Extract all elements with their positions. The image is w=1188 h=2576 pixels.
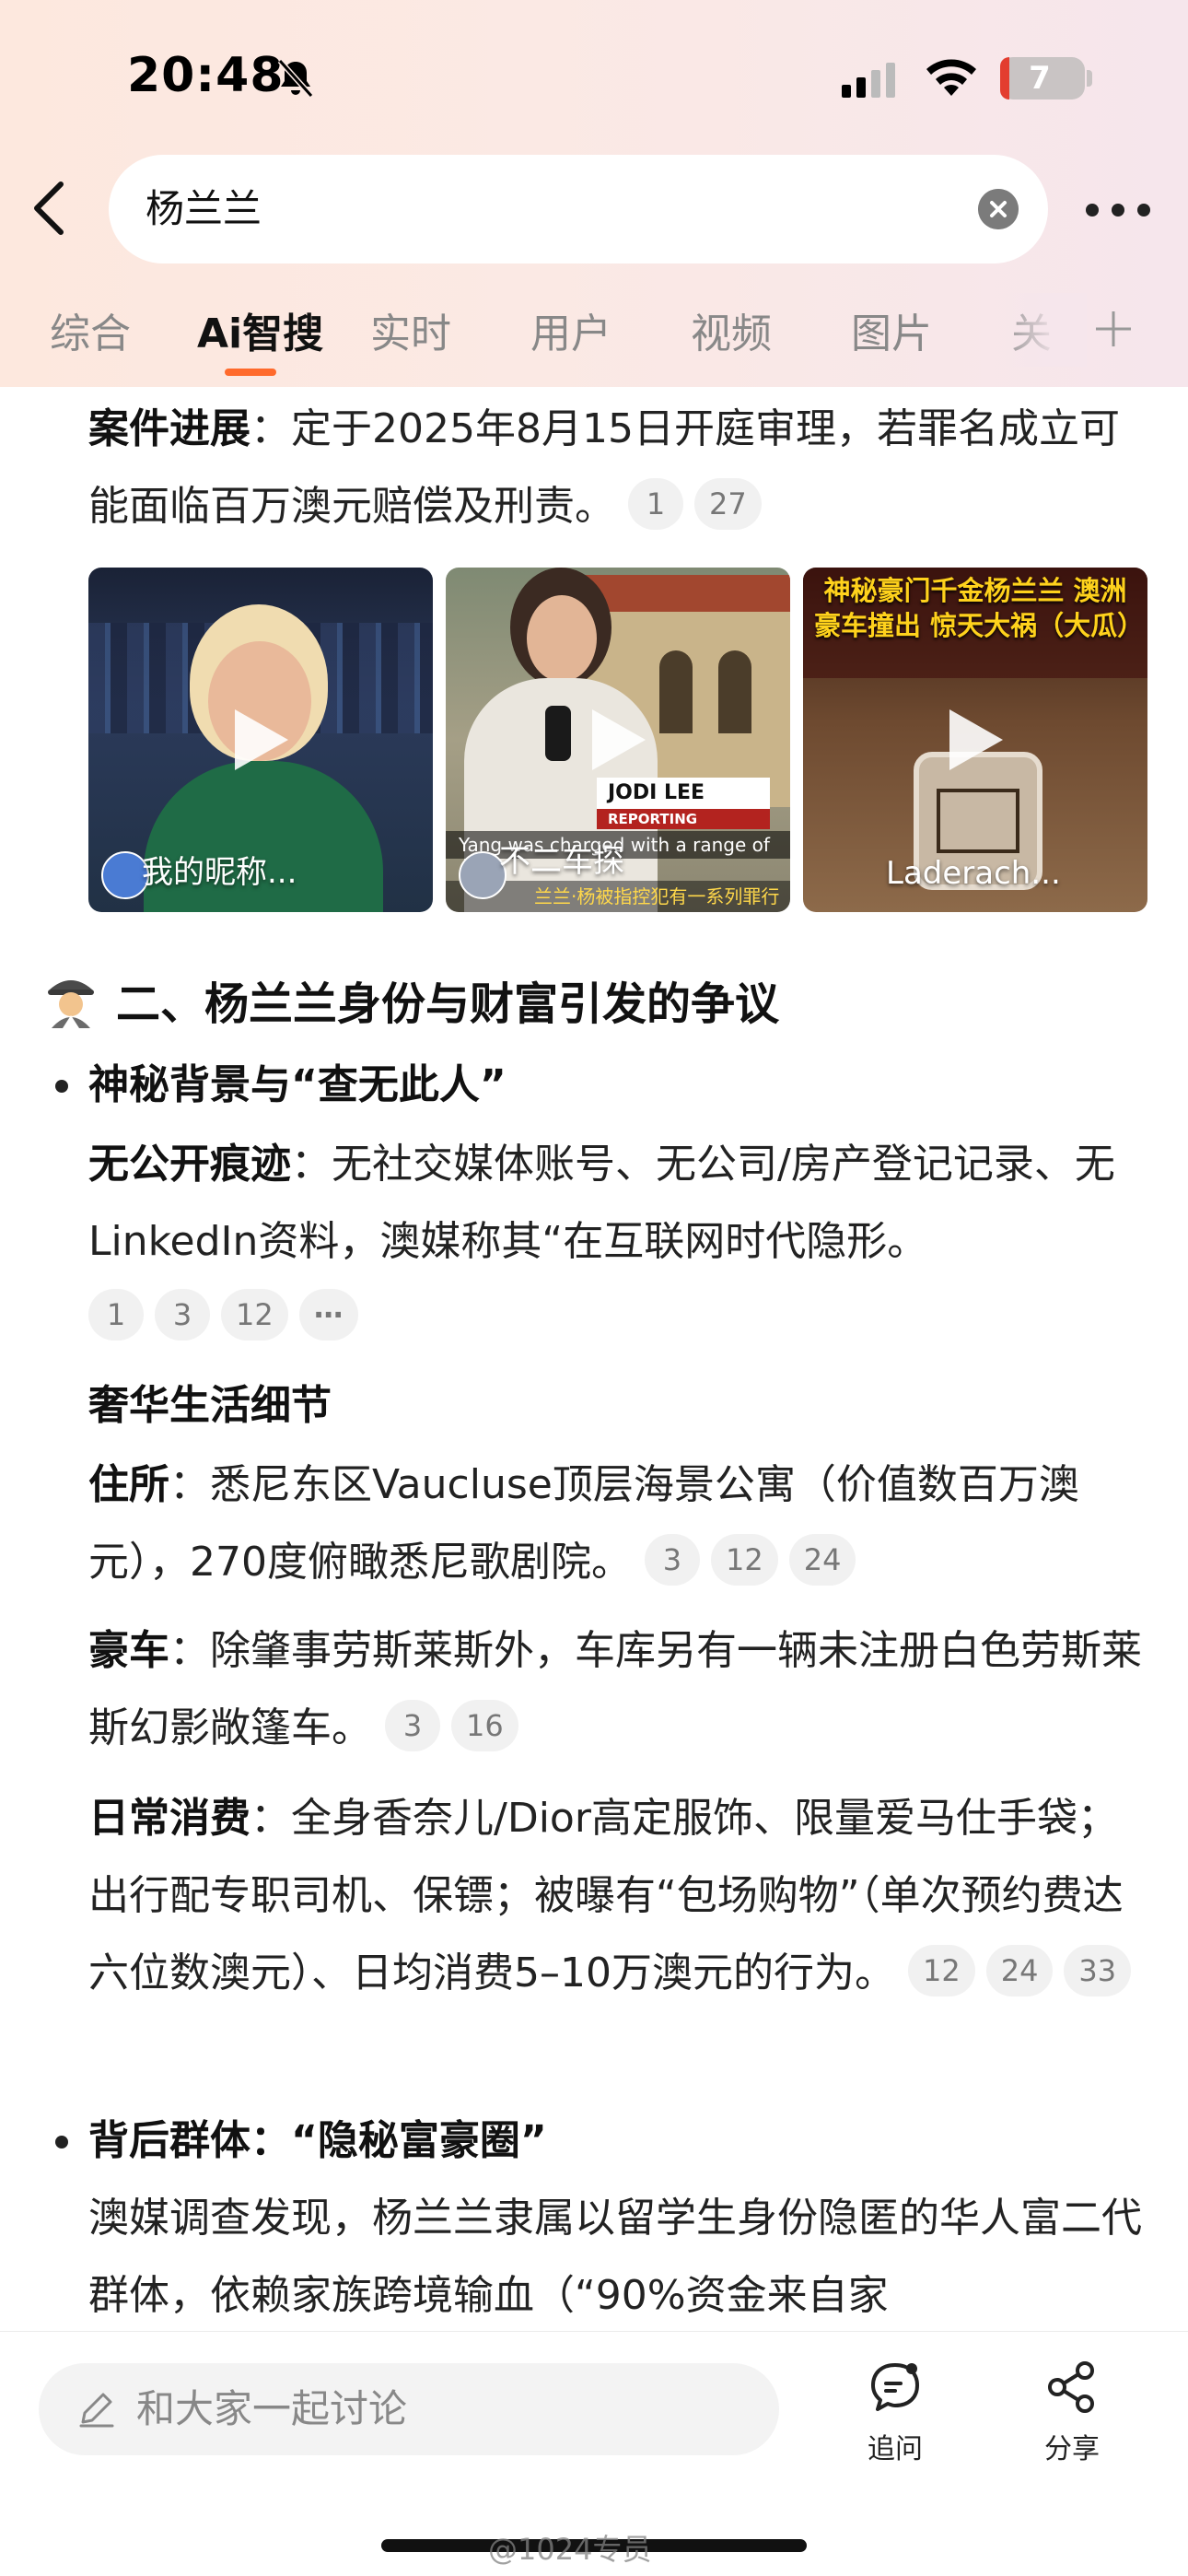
citation-badge[interactable]: 3 (385, 1700, 440, 1751)
discussion-placeholder[interactable]: 和大家一起讨论 (136, 2363, 407, 2455)
citation-badge[interactable]: 12 (221, 1289, 288, 1341)
section-title: 二、杨兰兰身份与财富引发的争议 (116, 978, 780, 1030)
bullet-dot (55, 1080, 68, 1093)
spending-label: 日常消费 (88, 1795, 250, 1842)
battery-percent: 7 (1029, 60, 1051, 97)
tab-fade (995, 293, 1087, 367)
share-icon (1048, 2361, 1094, 2413)
video-card-3[interactable]: 神秘豪门千金杨兰兰 澳洲豪车撞出 惊天大祸（大瓜） Laderach... (803, 568, 1147, 912)
residence-text: ：悉尼东区Vaucluse顶层海景公寓（价值数百万澳元），270度俯瞰悉尼歌剧院… (88, 1461, 1079, 1586)
arch-window (659, 650, 693, 733)
active-tab-indicator (225, 369, 276, 376)
search-query[interactable]: 杨兰兰 (146, 155, 262, 263)
subsection-title: 奢华生活细节 (88, 1382, 332, 1429)
citation-badge[interactable]: 3 (155, 1289, 210, 1341)
car-text: ：除肇事劳斯莱斯外，车库另有一辆未注册白色劳斯莱斯幻影敞篷车。 (88, 1627, 1142, 1751)
detective-icon (48, 980, 94, 1028)
reporter-role-lower-third: REPORTING (597, 809, 770, 829)
citation-badge[interactable]: 27 (694, 478, 762, 530)
arch-window (718, 650, 751, 733)
more-options-icon[interactable] (1085, 203, 1151, 217)
wifi-icon (926, 59, 976, 96)
bullet-text: 澳媒调查发现，杨兰兰隶属以留学生身份隐匿的华人富二代群体，依赖家族跨境输血（“9… (88, 2195, 1142, 2319)
status-bar: 20:48 7 (0, 0, 1188, 147)
tab-realtime[interactable]: 实时 (370, 300, 451, 359)
pencil-icon (79, 2393, 114, 2428)
no-trace-paragraph: 无公开痕迹：无社交媒体账号、无公司/房产登记记录、无LinkedIn资料，澳媒称… (88, 1126, 1157, 1281)
reporter-face (527, 595, 597, 682)
microphone (545, 706, 571, 761)
bullet-dot (55, 2136, 68, 2149)
tab-users[interactable]: 用户 (530, 300, 611, 359)
citation-badge[interactable]: 16 (451, 1700, 518, 1751)
video-title: 不二车探 (499, 843, 624, 880)
bullet-title: 神秘背景与“查无此人” (88, 1061, 507, 1108)
citation-row: 1 3 12 ⋯ (76, 1279, 1144, 1356)
citation-badge[interactable]: 12 (907, 1945, 975, 1996)
status-time: 20:48 (127, 48, 285, 103)
share-label: 分享 (1044, 2433, 1100, 2465)
tab-images[interactable]: 图片 (851, 300, 932, 359)
reporter-name-lower-third: JODI LEE (597, 778, 770, 809)
back-arrow-icon[interactable] (26, 179, 72, 238)
battery-tip (1087, 70, 1092, 87)
residence-label: 住所 (88, 1461, 169, 1508)
case-progress-label: 案件进展 (88, 405, 250, 452)
follow-up-button[interactable]: 追问 (840, 2359, 950, 2466)
car-label: 豪车 (88, 1627, 169, 1674)
add-tab-icon[interactable] (1092, 308, 1135, 350)
residence-paragraph: 住所：悉尼东区Vaucluse顶层海景公寓（价值数百万澳元），270度俯瞰悉尼歌… (88, 1446, 1157, 1601)
tab-ai-search[interactable]: Ai智搜 (197, 300, 323, 359)
follow-up-label: 追问 (868, 2433, 923, 2465)
discussion-input[interactable]: 和大家一起讨论 (39, 2363, 779, 2455)
citation-badge[interactable]: 1 (88, 1289, 144, 1341)
more-citations-button[interactable]: ⋯ (298, 1289, 358, 1341)
car-paragraph: 豪车：除肇事劳斯莱斯外，车库另有一辆未注册白色劳斯莱斯幻影敞篷车。 3 16 (88, 1612, 1157, 1767)
mute-bell-icon (277, 58, 314, 99)
bullet-title: 背后群体：“隐秘富豪圈” (88, 2117, 547, 2164)
video-card-2[interactable]: JODI LEE REPORTING Yang was charged with… (446, 568, 790, 912)
cellular-signal-icon (842, 63, 895, 98)
citation-badge[interactable]: 24 (985, 1945, 1054, 1996)
case-progress-paragraph: 案件进展：定于2025年8月15日开庭审理，若罪名成立可能面临百万澳元赔偿及刑责… (88, 391, 1157, 545)
share-button[interactable]: 分享 (1017, 2359, 1127, 2466)
video-title: 我的昵称... (142, 854, 297, 891)
no-trace-label: 无公开痕迹 (88, 1141, 291, 1188)
spending-paragraph: 日常消费：全身香奈儿/Dior高定服饰、限量爱马仕手袋；出行配专职司机、保镖；被… (88, 1780, 1157, 2012)
clear-search-icon[interactable] (978, 189, 1019, 229)
play-icon[interactable] (231, 708, 290, 772)
search-input[interactable]: 杨兰兰 (109, 155, 1048, 263)
tab-comprehensive[interactable]: 综合 (50, 300, 131, 359)
play-icon[interactable] (588, 708, 647, 772)
battery-indicator: 7 (1000, 57, 1085, 100)
play-icon[interactable] (946, 708, 1005, 772)
citation-badge[interactable]: 3 (644, 1534, 700, 1586)
citation-badge[interactable]: 24 (788, 1534, 856, 1586)
rr-emblem (937, 789, 1019, 853)
citation-badge[interactable]: 1 (628, 478, 683, 530)
citation-badge[interactable]: 33 (1064, 1945, 1132, 1996)
chat-question-icon (871, 2363, 919, 2411)
tab-videos[interactable]: 视频 (691, 300, 772, 359)
video-card-1[interactable]: 我的昵称... (88, 568, 433, 912)
video-overlay-headline: 神秘豪门千金杨兰兰 澳洲豪车撞出 惊天大祸（大瓜） (814, 575, 1145, 641)
watermark: @1024专员 (488, 2532, 652, 2567)
citation-badge[interactable]: 12 (710, 1534, 778, 1586)
video-title: Laderach... (886, 855, 1061, 892)
